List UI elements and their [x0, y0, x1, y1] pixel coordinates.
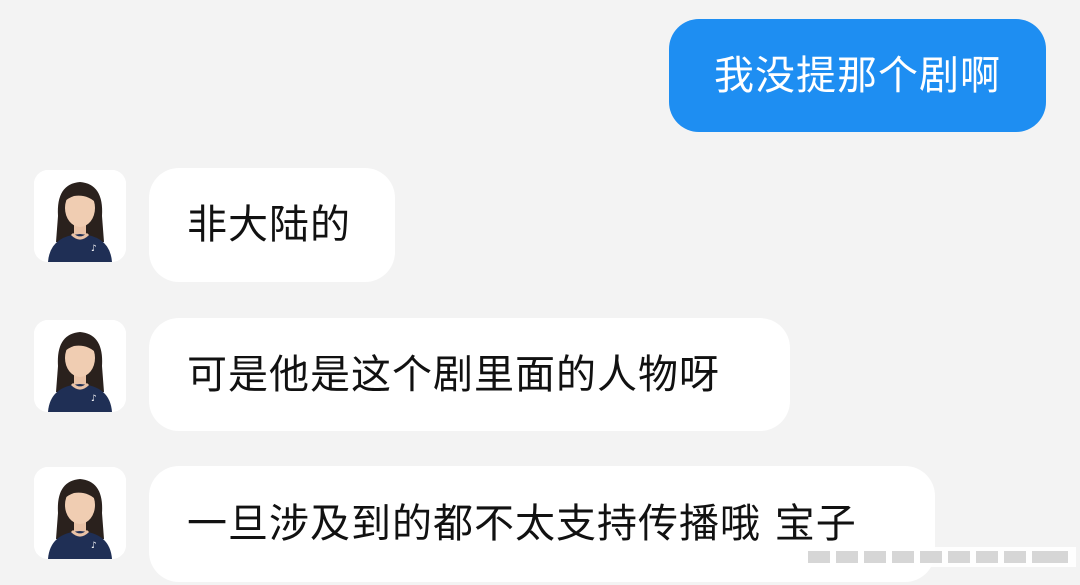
avatar-portrait-icon: ♪ [34, 320, 126, 412]
assistant-avatar[interactable]: ♪ [34, 170, 126, 262]
assistant-avatar[interactable]: ♪ [34, 320, 126, 412]
message-text: 我没提那个剧啊 [714, 52, 1001, 99]
watermark [800, 545, 1076, 569]
svg-text:♪: ♪ [91, 394, 97, 404]
assistant-avatar[interactable]: ♪ [34, 467, 126, 559]
message-text: 可是他是这个剧里面的人物呀 [187, 351, 720, 398]
message-text: 一旦涉及到的都不太支持传播哦 宝子 [187, 501, 857, 547]
avatar-portrait-icon: ♪ [34, 467, 126, 559]
outgoing-message-bubble[interactable]: 我没提那个剧啊 [669, 19, 1046, 132]
avatar-portrait-icon: ♪ [34, 170, 126, 262]
watermark-mark [800, 547, 1076, 567]
incoming-message-bubble[interactable]: 可是他是这个剧里面的人物呀 [149, 318, 790, 431]
svg-text:♪: ♪ [91, 541, 97, 551]
message-text: 非大陆的 [187, 202, 351, 248]
incoming-message-bubble[interactable]: 非大陆的 [149, 168, 395, 282]
svg-text:♪: ♪ [91, 244, 97, 254]
